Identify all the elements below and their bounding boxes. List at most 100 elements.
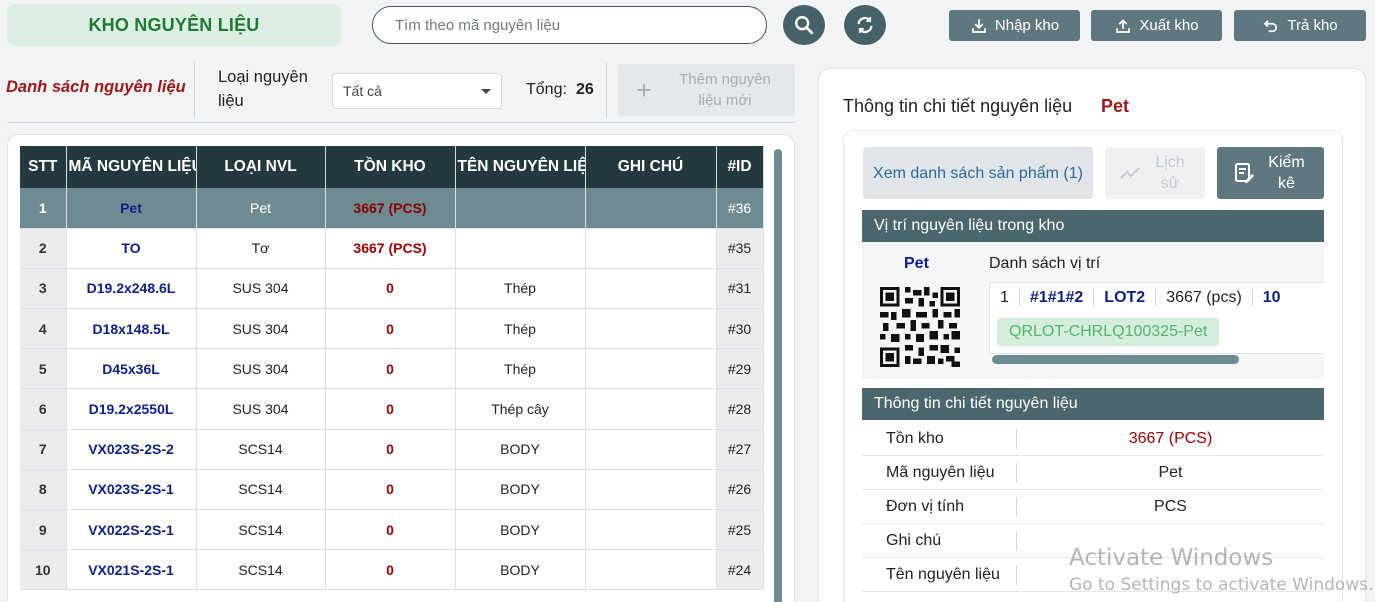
cell-id: #26 <box>716 469 764 511</box>
table-row[interactable]: 2 TO Tơ 3667 (PCS) #35 <box>20 228 764 269</box>
history-button[interactable]: Lịch sử <box>1105 147 1205 199</box>
history-label: Lịch sử <box>1155 154 1185 192</box>
cell-name: BODY <box>455 469 586 511</box>
refresh-button[interactable] <box>844 5 886 45</box>
info-key: Tên nguyên liệu <box>886 566 1000 583</box>
table-row[interactable]: 7 VX023S-2S-2 SCS14 0 BODY #27 <box>20 429 764 470</box>
upload-icon <box>1116 18 1131 33</box>
table-row[interactable]: 3 D19.2x248.6L SUS 304 0 Thép #31 <box>20 268 764 310</box>
cell-note <box>585 469 717 511</box>
cell-code: D45x36L <box>66 348 197 390</box>
location-material-name: Pet <box>904 255 929 272</box>
cell-stt: 5 <box>20 348 67 390</box>
material-table-panel: STT MÃ NGUYÊN LIỆU LOẠI NVL TỒN KHO TÊN NGUY… <box>7 134 795 602</box>
detail-material-name: Pet <box>1101 96 1130 116</box>
import-button[interactable]: Nhập kho <box>949 10 1080 41</box>
location-lot: LOT2 <box>1104 289 1146 306</box>
table-scrollbar[interactable] <box>774 149 782 602</box>
cell-id: #35 <box>716 228 764 269</box>
cell-id: #36 <box>716 188 764 229</box>
cell-name: BODY <box>455 429 586 470</box>
cell-id: #25 <box>716 509 764 551</box>
cell-name: Thép cây <box>455 388 586 430</box>
column-header[interactable]: MÃ NGUYÊN LIỆU <box>66 146 197 188</box>
cell-name: Thép <box>455 268 586 310</box>
cell-id: #30 <box>716 308 764 350</box>
inventory-check-button[interactable]: Kiểm kê <box>1217 147 1324 199</box>
table-row[interactable]: 8 VX023S-2S-1 SCS14 0 BODY #26 <box>20 469 764 511</box>
cell-name <box>455 228 586 269</box>
cell-stt: 4 <box>20 308 67 350</box>
search-input[interactable] <box>372 6 767 44</box>
info-row: Tồn kho 3667 (PCS) <box>862 422 1324 456</box>
location-row[interactable]: 1 #1#1#2 LOT2 3667 (pcs) 10 <box>990 289 1291 307</box>
cell-stt: 10 <box>20 549 67 591</box>
cell-stock: 0 <box>325 509 456 551</box>
table-row[interactable]: 10 VX021S-2S-1 SCS14 0 BODY #24 <box>20 549 764 591</box>
column-header[interactable]: #ID <box>716 146 764 188</box>
column-header[interactable]: TÊN NGUYÊN LIỆU <box>455 146 586 188</box>
cell-type: SUS 304 <box>196 388 326 430</box>
cell-type: SUS 304 <box>196 308 326 350</box>
view-products-button[interactable]: Xem danh sách sản phẩm (1) <box>863 147 1093 199</box>
info-key: Đơn vị tính <box>886 498 965 515</box>
detail-panel: Thông tin chi tiết nguyên liệu Pet Xem d… <box>818 68 1366 602</box>
cell-stock: 0 <box>325 268 456 310</box>
info-section-header: Thông tin chi tiết nguyên liệu <box>862 388 1324 420</box>
location-section-header: Vị trí nguyên liệu trong kho <box>862 210 1324 242</box>
app-root: KHO NGUYÊN LIỆU Nhập kho Xuất kho Trả kh… <box>0 0 1375 602</box>
qr-code-icon <box>880 287 960 367</box>
import-label: Nhập kho <box>994 17 1060 34</box>
location-scrollbar[interactable] <box>992 355 1239 364</box>
divider <box>606 62 607 118</box>
cell-stt: 8 <box>20 469 67 511</box>
location-index: 1 <box>1000 289 1009 306</box>
total-label: Tổng: <box>526 81 567 98</box>
info-value: Pet <box>1158 464 1183 481</box>
table-row[interactable]: 9 VX022S-2S-1 SCS14 0 BODY #25 <box>20 509 764 551</box>
cell-type: SUS 304 <box>196 348 326 390</box>
location-area: Pet Danh sách vị trí 1 #1#1#2 LOT2 3667 … <box>862 242 1324 379</box>
type-filter-select[interactable]: Tất cả <box>332 73 502 109</box>
cell-type: SCS14 <box>196 509 326 551</box>
cell-note <box>585 388 717 430</box>
cell-stt: 3 <box>20 268 67 310</box>
cell-type: SCS14 <box>196 549 326 591</box>
column-header[interactable]: LOẠI NVL <box>196 146 326 188</box>
qr-code-tag[interactable]: QRLOT-CHRLQ100325-Pet <box>997 318 1220 346</box>
cell-code: TO <box>66 228 197 269</box>
location-qty: 3667 (pcs) <box>1166 289 1242 306</box>
cell-code: D19.2x248.6L <box>66 268 197 310</box>
cell-stock: 3667 (PCS) <box>325 228 456 269</box>
table-row[interactable]: 4 D18x148.5L SUS 304 0 Thép #30 <box>20 308 764 350</box>
add-material-button[interactable]: + Thêm nguyên liệu mới <box>618 64 795 116</box>
cell-name: Thép <box>455 348 586 390</box>
cell-stock: 0 <box>325 388 456 430</box>
divider <box>1016 565 1017 585</box>
type-filter-value: Tất cả <box>343 83 382 99</box>
cell-id: #28 <box>716 388 764 430</box>
cell-code: Pet <box>66 188 197 229</box>
search-button[interactable] <box>783 5 825 45</box>
table-row[interactable]: 5 D45x36L SUS 304 0 Thép #29 <box>20 348 764 390</box>
plus-icon: + <box>636 74 652 105</box>
table-row[interactable]: 1 Pet Pet 3667 (PCS) #36 <box>20 188 764 229</box>
inventory-check-label: Kiểm kê <box>1268 154 1305 192</box>
cell-code: D19.2x2550L <box>66 388 197 430</box>
location-extra: 10 <box>1262 289 1281 306</box>
cell-code: D18x148.5L <box>66 308 197 350</box>
cell-type: Pet <box>196 188 326 229</box>
table-row[interactable]: 6 D19.2x2550L SUS 304 0 Thép cây #28 <box>20 388 764 430</box>
detail-title: Thông tin chi tiết nguyên liệu <box>843 96 1073 116</box>
total-count: 26 <box>576 81 594 98</box>
export-button[interactable]: Xuất kho <box>1091 10 1222 41</box>
column-header[interactable]: TỒN KHO <box>325 146 456 188</box>
info-row: Mã nguyên liệu Pet <box>862 456 1324 490</box>
column-header[interactable]: GHI CHÚ <box>585 146 717 188</box>
watermark-line2: Go to Settings to activate Windows. <box>1069 575 1374 595</box>
column-header[interactable]: STT <box>20 146 67 188</box>
cell-type: SCS14 <box>196 429 326 470</box>
cell-note <box>585 509 717 551</box>
cell-note <box>585 429 717 470</box>
return-button[interactable]: Trả kho <box>1234 10 1366 41</box>
